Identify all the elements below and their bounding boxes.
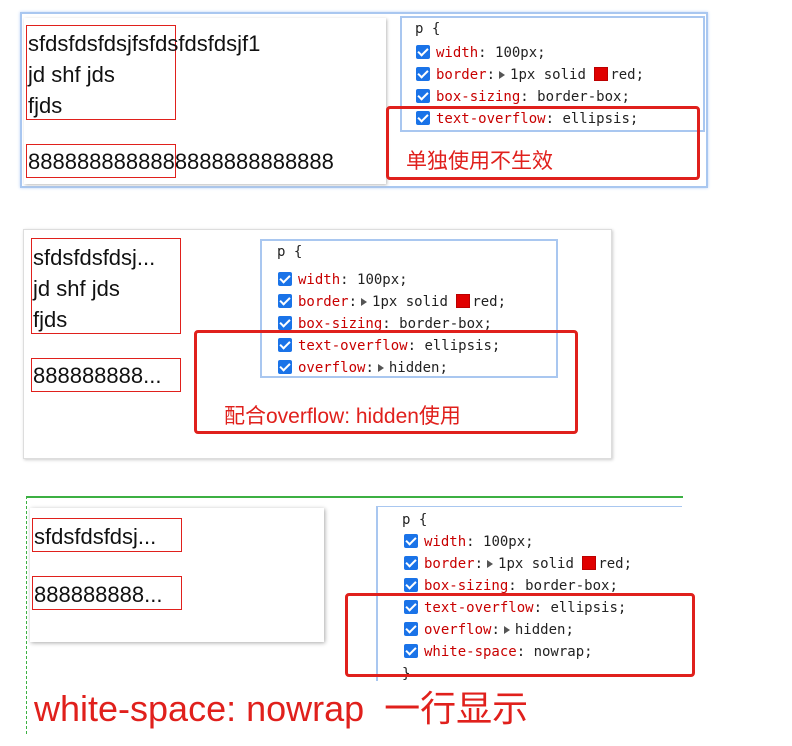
checkbox-icon[interactable] — [404, 534, 418, 548]
section2-demo-p1-line3: fjds — [33, 307, 68, 332]
css-prop-border: border: 1px solid red; — [404, 553, 632, 575]
section2-demo-p2: 888888888... — [33, 363, 162, 388]
checkbox-icon[interactable] — [278, 294, 292, 308]
color-swatch-icon[interactable] — [456, 294, 471, 308]
checkbox-icon[interactable] — [416, 89, 430, 103]
css-prop-width: width: 100px; — [404, 531, 534, 553]
checkbox-icon[interactable] — [416, 45, 430, 59]
section3-demo-p1: sfdsfdsfdsj... — [34, 524, 157, 549]
section2-demo-p1-line2: jd shf jds — [33, 276, 120, 301]
checkbox-icon[interactable] — [278, 272, 292, 286]
section1-demo-p1: sfdsfdsfdsjfsfdsfdsfdsjf1 jd shf jds fjd… — [28, 28, 388, 121]
color-swatch-icon[interactable] — [582, 556, 597, 570]
css-prop-border: border: 1px solid red; — [278, 291, 506, 313]
expand-triangle-icon[interactable] — [499, 71, 506, 79]
css-prop-border: border: 1px solid red; — [416, 64, 644, 86]
section1-note: 单独使用不生效 — [406, 150, 553, 173]
section2-note: 配合overflow: hidden使用 — [224, 405, 461, 428]
section3-demo-p2: 888888888... — [34, 582, 163, 607]
checkbox-icon[interactable] — [278, 316, 292, 330]
section1-demo-p1-line1: sfdsfdsfdsjfsfdsfdsfdsjf1 — [28, 31, 261, 56]
section3-highlight-box — [345, 593, 695, 677]
expand-triangle-icon[interactable] — [361, 298, 368, 306]
section1-css-selector: p { — [415, 21, 441, 37]
section1-demo-p1-line2: jd shf jds — [28, 62, 115, 87]
section1-demo-p2: 8888888888888888888888888 — [28, 149, 334, 174]
section3-css-selector: p { — [402, 512, 428, 528]
section2-demo-p1: sfdsfdsfdsj... jd shf jds fjds — [33, 242, 179, 335]
section2-demo-p1-line1: sfdsfdsfdsj... — [33, 245, 156, 270]
checkbox-icon[interactable] — [404, 556, 418, 570]
checkbox-icon[interactable] — [416, 67, 430, 81]
section3-note: white-space: nowrap 一行显示 — [34, 688, 529, 729]
color-swatch-icon[interactable] — [594, 67, 609, 81]
css-prop-width: width: 100px; — [416, 42, 546, 64]
section1-demo-p1-line3: fjds — [28, 93, 63, 118]
css-prop-width: width: 100px; — [278, 269, 408, 291]
checkbox-icon[interactable] — [404, 578, 418, 592]
expand-triangle-icon[interactable] — [487, 560, 494, 568]
section2-css-selector: p { — [277, 244, 303, 260]
css-prop-box-sizing: box-sizing: border-box; — [416, 86, 630, 108]
